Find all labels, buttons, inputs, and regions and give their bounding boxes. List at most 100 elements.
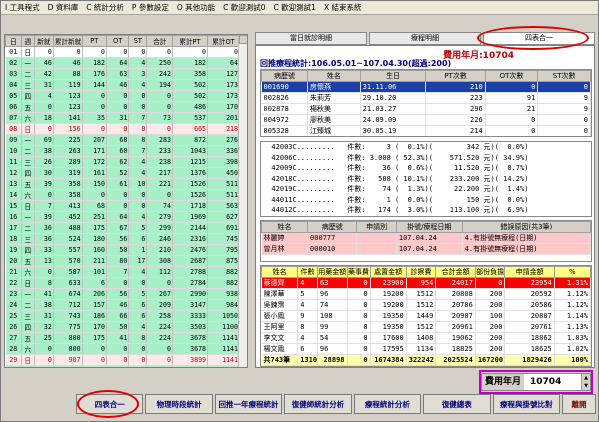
table-row[interactable]: 15 日 7 413 68 0 0 74 1718 563	[5, 200, 240, 212]
table-cell: 1408	[406, 332, 437, 344]
table-row[interactable]: 30一6597224150829941401191	[5, 365, 240, 367]
table-row[interactable]: 18 三 36 524 180 56 6 246 2316 745	[5, 233, 240, 245]
table-cell: 房懷燕	[307, 81, 361, 93]
table-row[interactable]: 03 二 42 88 176 63 3 242 358 127	[5, 68, 240, 80]
table-row[interactable]: 張小鳳 9 108 0 19350 1449 20907 100 20807 1.14%	[261, 310, 591, 322]
table-cell: 01	[5, 46, 22, 58]
menu-item[interactable]: C 歡迎測試1	[270, 2, 320, 13]
table-row[interactable]: 23 一 41 674 206 56 5 267 2990 938	[5, 288, 240, 300]
table-cell: 11	[5, 156, 22, 168]
table-cell: 80	[106, 255, 130, 267]
table-cell: 907	[53, 354, 83, 366]
rehab-summary-button[interactable]: 復健總表	[423, 394, 491, 414]
table-cell: 6	[297, 343, 318, 355]
right-panel: 費用年月:10704 回推療程統計:106.05.01~107.04.30(超過…	[255, 45, 595, 368]
table-row[interactable]: 26 四 32 775 170 50 4 224 3503 1100	[5, 321, 240, 333]
table-cell: 745	[207, 233, 240, 245]
table-row[interactable]: 13 五 39 358 150 61 10 221 1526 511	[5, 178, 240, 190]
table-row[interactable]: 20 五 13 570 211 80 17 308 2687 875	[5, 255, 240, 267]
table-row[interactable]: 002826 朱莉芳 29.10.20 223 91 9	[261, 92, 591, 104]
menu-item[interactable]: O 其他功能	[173, 2, 219, 13]
tab-daily-detail[interactable]: 當日就診明細	[255, 32, 367, 45]
column-header: ST	[128, 35, 148, 47]
tab-treatment-detail[interactable]: 療程明細	[369, 32, 481, 45]
menu-item[interactable]: X 結束系統	[320, 2, 366, 13]
table-cell: 88	[53, 68, 83, 80]
column-header: 部份負擔	[474, 266, 506, 278]
table-row[interactable]: 17 二 36 488 175 67 5 299 2144 691	[5, 222, 240, 234]
table-row[interactable]: 林麗婷 000777 107.04.24 4.有掛號無療程(日期)	[261, 232, 591, 244]
table-row[interactable]: 16 一 39 452 251 64 4 279 1969 627	[5, 211, 240, 223]
table-cell: 10	[128, 178, 148, 190]
table-cell: 182	[172, 57, 209, 69]
table-cell: 四	[21, 244, 35, 256]
table-cell: 二	[21, 145, 35, 157]
table-row[interactable]: 陳澤華 5 96 0 19200 1512 20808 200 20592 1.12%	[261, 288, 591, 300]
table-row[interactable]: 04 三 31 119 144 46 4 194 502 173	[5, 79, 240, 91]
table-row[interactable]: 王阿里 8 99 0 19350 1512 20961 200 20761 1.13%	[261, 321, 591, 333]
table-row[interactable]: 02 一 46 46 182 64 4 250 182 64	[5, 57, 240, 69]
menu-item[interactable]: P 參數設定	[128, 2, 173, 13]
table-row[interactable]: 08 日 0 156 0 0 0 0 665 218	[5, 123, 240, 135]
table-cell: 0	[347, 288, 371, 300]
table-row[interactable]: 吳鍊霈 4 74 0 19200 1512 20786 200 20586 1.12%	[261, 299, 591, 311]
menu-item[interactable]: C 統計分析	[82, 2, 128, 13]
table-row[interactable]: 14 六 0 358 0 0 0 0 1526 511	[5, 189, 240, 201]
table-cell: 172	[82, 156, 108, 168]
treatment-stats-button[interactable]: 療程統計分析	[353, 394, 422, 414]
table-row[interactable]: 28 六 0 800 0 0 0 0 3678 1141	[5, 343, 240, 355]
table-row[interactable]: 12 四 30 319 161 52 4 217 1376 450	[5, 167, 240, 179]
table-row[interactable]: 楊文鳳 6 96 0 17595 1134 18825 200 18625 1.02%	[261, 343, 591, 355]
table-cell: 214	[425, 125, 486, 136]
menu-item[interactable]: D 資料庫	[44, 2, 83, 13]
table-row[interactable]: 24 二 38 712 157 46 6 209 3147 984	[5, 299, 240, 311]
table-row[interactable]: 01 日 0 0 0 0 0 0 0 0	[5, 46, 240, 58]
table-row[interactable]: 李文文 4 54 0 17600 1408 19062 200 18862 1.03%	[261, 332, 591, 344]
table-row[interactable]: 10 二 38 263 171 60 7 233 1043 336	[5, 145, 240, 157]
table-row[interactable]: 001690 房懷燕 31.11.06 210 0 0	[261, 81, 591, 93]
table-cell: 200	[475, 332, 506, 344]
table-row[interactable]: 11 三 26 289 172 62 4 238 1215 398	[5, 156, 240, 168]
table-cell: 3503	[172, 321, 209, 333]
code-stats-list[interactable]: 42003C......... 件數: 3 ( 0.1%)( 342 元)( 0…	[260, 141, 592, 217]
table-cell: 217	[146, 167, 173, 179]
table-row[interactable]: 09 一 69 225 207 68 8 283 872 276	[5, 134, 240, 146]
table-row[interactable]: 27 五 25 800 175 41 8 224 3678 1141	[5, 332, 240, 344]
therapist-stats-button[interactable]: 復健師統計分析	[284, 394, 352, 414]
physio-timeslot-button[interactable]: 物理時段統計	[145, 394, 213, 414]
table-cell: 251	[82, 211, 108, 223]
table-cell: 07	[5, 112, 22, 124]
menu-item[interactable]: I 工具程式	[1, 2, 44, 13]
table-row[interactable]: 22 日 8 633 6 0 0 0 2784 882	[5, 277, 240, 289]
daily-stats-table[interactable]: 日週新就 累計新就 PT OT ST 合計 累計PT 累計OT 01 日 0 0 0 0 0 0 0 0 02 一 4…	[4, 34, 248, 368]
exit-button[interactable]: 離開	[561, 394, 596, 414]
table-row[interactable]: 19 四 33 557 160 50 1 210 2476 795	[5, 244, 240, 256]
left-scrollbar[interactable]	[238, 35, 247, 367]
yearly-treatment-button[interactable]: 回推一年療程統計	[214, 394, 283, 414]
table-row[interactable]: 002878 楊秋美 21.03.27 296 21 9	[261, 103, 591, 115]
table-row[interactable]: 25 三 31 743 186 66 6 258 3333 1050	[5, 310, 240, 322]
table-cell: 68	[82, 200, 108, 212]
table-row[interactable]: 21 六 0 587 101 7 4 112 2788 882	[5, 266, 240, 278]
table-cell: 日	[21, 200, 35, 212]
table-row[interactable]: 29 日 0 907 0 0 0 0 3899 1141	[5, 354, 240, 366]
table-row[interactable]: 005328 江臻城 30.05.19 214 0 0	[261, 125, 591, 136]
menu-item[interactable]: C 歡迎測試0	[219, 2, 269, 13]
table-cell: 5	[128, 288, 148, 300]
summary-grid[interactable]: 姓名 件數 用藥金額 藥事費 處置金額 診察費 合計金額 部份負擔 申請金額% 蔡德齊 4 63 0 23…	[260, 265, 592, 367]
treatment-vs-registration-button[interactable]: 療程與掛號比對	[492, 394, 560, 414]
table-cell: 665	[172, 123, 209, 135]
table-row[interactable]: 06 五 0 123 0 0 0 0 486 170	[5, 101, 240, 113]
error-check-grid[interactable]: 姓名 病歷號 申請別 掛號/療程日期 錯誤原因(共3筆) 林麗婷 000777 107.04.…	[260, 220, 592, 262]
table-cell: 9	[537, 92, 591, 104]
table-row[interactable]: 07 六 18 141 35 31 7 73 537 201	[5, 112, 240, 124]
table-row[interactable]: 004972 廖秋美 24.09.09 226 0 0	[261, 114, 591, 126]
table-row[interactable]: 曾月林 000010 107.04.24 4.有掛號無療程(日期)	[261, 243, 591, 255]
table-cell	[356, 232, 397, 244]
table-row[interactable]: 05 四 4 123 0 0 0 0 502 173	[5, 90, 240, 102]
table-cell: 186	[82, 310, 108, 322]
table-cell: 0	[34, 123, 54, 135]
patient-grid[interactable]: 病歷號 姓名 生日 PT次數 OT次數 ST次數 001690 房懷燕 31.11.06 210 0…	[260, 69, 592, 137]
table-row[interactable]: 蔡德齊 4 63 0 23900 954 24017 0 23954 1.31%	[261, 277, 591, 289]
table-cell: 20761	[504, 321, 555, 333]
